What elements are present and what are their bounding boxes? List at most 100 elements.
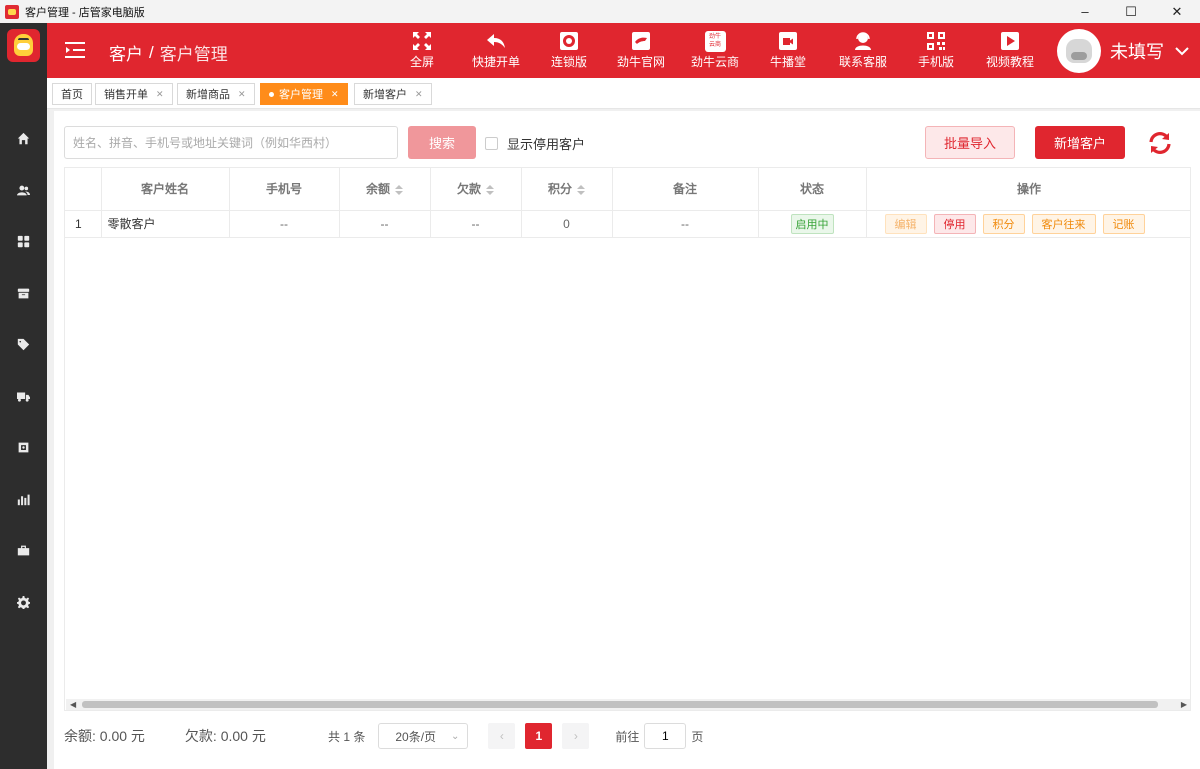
tab-label: 新增商品 [186, 89, 230, 101]
sidebar-item-customers[interactable] [0, 165, 47, 217]
chevron-down-icon[interactable] [1174, 43, 1190, 59]
minimize-button[interactable]: – [1062, 0, 1108, 23]
gear-icon [17, 595, 30, 609]
tool-video-tutorial[interactable]: 视频教程 [975, 30, 1045, 70]
refresh-icon[interactable] [1146, 129, 1174, 157]
table-row[interactable]: 1 零散客户 -- -- -- 0 -- 启用中 编辑 停用 积分 客户往来 记… [65, 210, 1190, 238]
sort-icon[interactable] [577, 185, 585, 196]
bookkeeping-button[interactable]: 记账 [1102, 213, 1145, 234]
maximize-button[interactable]: ☐ [1108, 0, 1154, 23]
tab-add-product[interactable]: 新增商品 ✕ [177, 83, 255, 105]
col-phone: 手机号 [229, 168, 340, 211]
debt-label: 欠款: [184, 728, 217, 744]
website-icon [632, 32, 650, 50]
sidebar-item-products[interactable] [0, 319, 47, 371]
brand-logo-icon[interactable] [7, 29, 40, 62]
main-content: 搜索 显示停用客户 批量导入 新增客户 客户姓名 手机号 余额 欠款 积分 [54, 111, 1200, 769]
breadcrumb-parent[interactable]: 客户 [109, 40, 143, 65]
app-logo-icon [5, 4, 19, 19]
active-dot-icon [269, 91, 274, 97]
tab-customer-management[interactable]: 客户管理 ✕ [260, 83, 348, 105]
chain-icon [560, 32, 578, 50]
tool-fullscreen[interactable]: 全屏 [387, 30, 457, 70]
prev-page-button[interactable]: ‹ [488, 723, 516, 749]
tool-website[interactable]: 劲牛官网 [606, 30, 676, 70]
sort-icon[interactable] [486, 185, 494, 196]
page-size-select[interactable]: 20条/页 ⌄ [378, 723, 469, 749]
tool-quick-order-label: 快捷开单 [471, 55, 520, 69]
customer-transactions-button[interactable]: 客户往来 [1031, 213, 1096, 234]
tool-niubotang[interactable]: 牛播堂 [753, 30, 823, 70]
sidebar-item-apps[interactable] [0, 216, 47, 268]
goto-page-input[interactable] [644, 723, 687, 749]
close-icon[interactable]: ✕ [415, 89, 423, 100]
col-debt[interactable]: 欠款 [430, 168, 522, 211]
play-icon [1001, 32, 1019, 50]
tool-quick-order[interactable]: 快捷开单 [461, 30, 531, 70]
close-icon[interactable]: ✕ [331, 89, 339, 100]
sidebar-item-home[interactable] [0, 113, 47, 165]
show-disabled-checkbox[interactable]: 显示停用客户 [485, 134, 585, 153]
archive-icon [17, 288, 30, 299]
user-name[interactable]: 未填写 [1110, 38, 1164, 64]
page-1-button[interactable]: 1 [525, 723, 553, 749]
close-icon[interactable]: ✕ [238, 89, 246, 100]
checkbox-box[interactable] [485, 137, 498, 150]
show-disabled-label: 显示停用客户 [507, 137, 586, 152]
customer-table: 客户姓名 手机号 余额 欠款 积分 备注 状态 操作 1 零散客户 -- -- … [64, 167, 1191, 711]
tab-add-customer[interactable]: 新增客户 ✕ [354, 83, 432, 105]
next-page-button[interactable]: › [562, 723, 590, 749]
cell-balance: -- [339, 210, 431, 238]
batch-import-button[interactable]: 批量导入 [925, 126, 1015, 159]
col-points[interactable]: 积分 [521, 168, 613, 211]
cell-name: 零散客户 [101, 210, 230, 238]
tab-label: 新增客户 [363, 89, 407, 101]
breadcrumb-current: 客户管理 [159, 45, 228, 64]
edit-button[interactable]: 编辑 [884, 213, 927, 234]
search-input[interactable] [64, 126, 398, 159]
tool-chain[interactable]: 连锁版 [534, 30, 604, 70]
sidebar-item-reports[interactable] [0, 474, 47, 526]
tool-support[interactable]: 联系客服 [828, 30, 898, 70]
close-window-button[interactable]: ✕ [1154, 0, 1200, 23]
avatar[interactable] [1057, 29, 1101, 73]
cloud-store-badge-line1: 劲牛 [708, 34, 721, 40]
points-button[interactable]: 积分 [982, 213, 1025, 234]
bar-chart-icon [17, 494, 30, 505]
goto-prefix: 前往 [615, 729, 640, 744]
row-index: 1 [65, 210, 102, 238]
sidebar-item-inventory[interactable] [0, 268, 47, 320]
close-icon[interactable]: ✕ [156, 89, 164, 100]
cell-phone: -- [229, 210, 340, 238]
tab-home[interactable]: 首页 [52, 83, 92, 105]
sidebar-item-finance[interactable] [0, 525, 47, 577]
tool-website-label: 劲牛官网 [616, 55, 665, 69]
menu-toggle-button[interactable] [65, 40, 85, 60]
tab-sales-order[interactable]: 销售开单 ✕ [95, 83, 173, 105]
video-camera-icon [779, 32, 797, 50]
sidebar-item-store[interactable] [0, 422, 47, 474]
cell-points: 0 [521, 210, 613, 238]
balance-summary: 余额: 0.00 元 [64, 726, 145, 746]
scroll-left-icon[interactable]: ◀ [70, 699, 76, 710]
tool-mobile-label: 手机版 [917, 55, 954, 69]
grid-icon [17, 236, 30, 248]
sidebar-item-settings[interactable] [0, 577, 47, 629]
scroll-right-icon[interactable]: ▶ [1181, 699, 1187, 710]
user-menu[interactable]: 未填写 [1057, 28, 1190, 74]
tool-cloud-store[interactable]: 劲牛 云商 劲牛云商 [680, 30, 750, 70]
goto-suffix: 页 [691, 729, 704, 744]
scrollbar-thumb[interactable] [82, 701, 1158, 708]
sidebar-item-delivery[interactable] [0, 371, 47, 423]
col-balance[interactable]: 余额 [339, 168, 431, 211]
add-customer-button[interactable]: 新增客户 [1035, 126, 1125, 159]
tab-label: 客户管理 [279, 89, 323, 101]
search-button[interactable]: 搜索 [408, 126, 476, 159]
tool-mobile[interactable]: 手机版 [901, 30, 971, 70]
sort-icon[interactable] [395, 185, 403, 196]
col-index [65, 168, 102, 211]
horizontal-scrollbar[interactable]: ◀ ▶ [66, 699, 1190, 710]
support-icon [855, 32, 871, 50]
disable-button[interactable]: 停用 [933, 213, 976, 234]
briefcase-icon [17, 545, 30, 556]
